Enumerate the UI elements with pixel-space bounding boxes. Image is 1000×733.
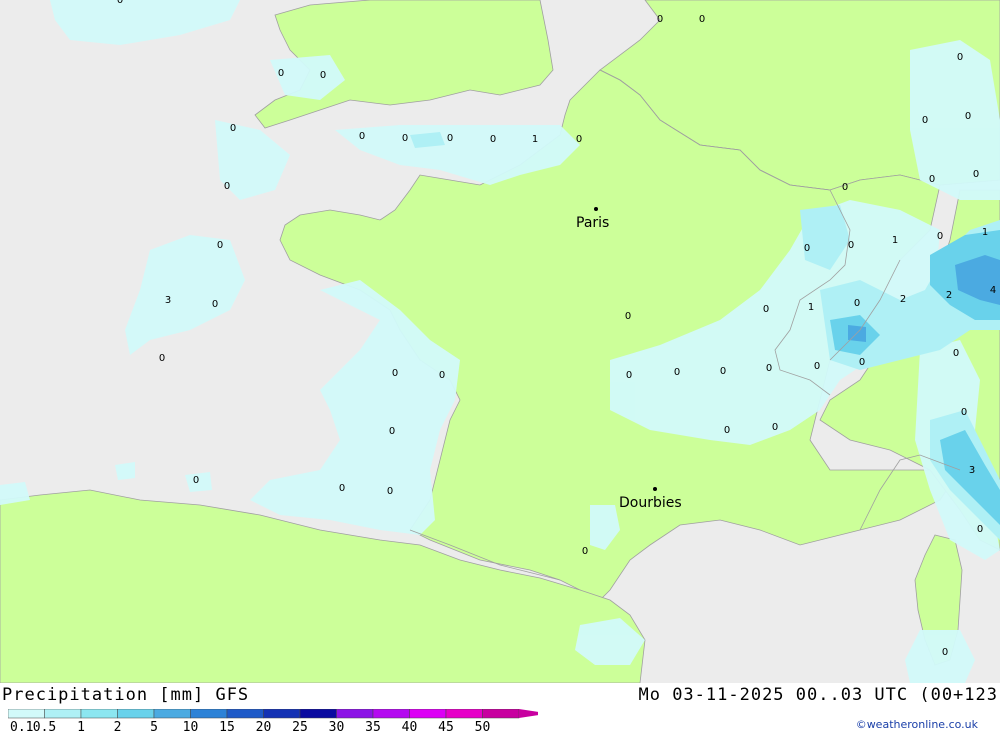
precip-value-label: 0	[230, 123, 236, 134]
credit-link[interactable]: ©weatheronline.co.uk	[856, 718, 978, 731]
precip-value-label: 0	[922, 115, 928, 126]
precip-value-label: 0	[977, 524, 983, 535]
scale-label: 0.5	[33, 720, 56, 733]
precip-value-label: 0	[392, 368, 398, 379]
scale-swatch	[445, 709, 483, 719]
precip-value-label: 0	[763, 304, 769, 315]
scale-label: 50	[475, 720, 491, 733]
precip-value-label: 1	[808, 302, 814, 313]
precip-value-label: 0	[859, 357, 865, 368]
scale-swatch	[336, 709, 374, 719]
scale-swatch	[263, 709, 301, 719]
scale-label: 15	[219, 720, 235, 733]
precip-value-label: 0	[217, 240, 223, 251]
scale-label: 25	[292, 720, 308, 733]
precip-value-label: 0	[389, 426, 395, 437]
precip-value-label: 0	[766, 363, 772, 374]
precip-value-label: 0	[402, 133, 408, 144]
scale-swatch	[226, 709, 264, 719]
precip-value-label: 0	[965, 111, 971, 122]
precip-value-label: 0	[814, 361, 820, 372]
precip-value-label: 0	[973, 169, 979, 180]
precip-color-scale: 0.1 0.5 1 2 5 10 15 20 25 30 35 40 45 50	[8, 709, 538, 733]
precip-value-label: 0	[626, 370, 632, 381]
scale-label: 45	[438, 720, 454, 733]
precip-value-label: 0	[720, 366, 726, 377]
scale-swatch	[8, 709, 45, 719]
precipitation-map: Paris Dourbies 0 0 0 0 0 0 0 0 0 0 1 0 0 0 0 0 0 0 0 0 0 0 1 0 1…	[0, 0, 1000, 683]
precip-value-label: 4	[990, 285, 996, 296]
precip-value-label: 0	[193, 475, 199, 486]
scale-label: 40	[402, 720, 418, 733]
map-footer: Precipitation [mm] GFS Mo 03-11-2025 00.…	[0, 683, 1000, 733]
precip-value-label: 0	[937, 231, 943, 242]
precip-value-label: 0	[657, 14, 663, 25]
scale-swatch	[482, 709, 520, 719]
precip-value-label: 2	[946, 290, 952, 301]
precip-value-label: 0	[674, 367, 680, 378]
precip-value-label: 0	[224, 181, 230, 192]
svg-text:Paris: Paris	[576, 215, 609, 231]
precip-value-label: 0	[772, 422, 778, 433]
scale-swatch	[190, 709, 228, 719]
scale-label: 10	[183, 720, 199, 733]
scale-label: 2	[114, 720, 122, 733]
precip-value-label: 0	[957, 52, 963, 63]
scale-swatch	[117, 709, 155, 719]
precip-value-label: 0	[848, 240, 854, 251]
precip-value-label: 0	[576, 134, 582, 145]
precip-value-label: 1	[532, 134, 538, 145]
precip-value-label: 0	[942, 647, 948, 658]
scale-label: 5	[150, 720, 158, 733]
precip-value-label: 1	[982, 227, 988, 238]
precip-value-label: 0	[699, 14, 705, 25]
scale-swatch	[372, 709, 410, 719]
scale-arrow	[519, 709, 538, 718]
precip-value-label: 0	[961, 407, 967, 418]
scale-swatch	[409, 709, 447, 719]
scale-swatch	[153, 709, 191, 719]
precip-value-label: 0	[625, 311, 631, 322]
svg-text:Dourbies: Dourbies	[619, 495, 682, 511]
scale-label: 30	[329, 720, 345, 733]
precip-value-label: 0	[359, 131, 365, 142]
map-title: Precipitation [mm] GFS	[2, 685, 250, 705]
precip-value-label: 0	[724, 425, 730, 436]
precip-value-label: 0	[278, 68, 284, 79]
scale-label: 20	[256, 720, 272, 733]
scale-swatch	[44, 709, 82, 719]
precip-value-label: 0	[387, 486, 393, 497]
precip-value-label: 0	[804, 243, 810, 254]
precip-value-label: 0	[842, 182, 848, 193]
precip-value-label: 0	[447, 133, 453, 144]
map-datetime: Mo 03-11-2025 00..03 UTC (00+123	[638, 685, 998, 705]
precip-value-label: 0	[854, 298, 860, 309]
scale-swatch	[80, 709, 118, 719]
precip-value-label: 0	[212, 299, 218, 310]
precip-value-label: 0	[582, 546, 588, 557]
precip-value-label: 0	[929, 174, 935, 185]
precip-value-label: 0	[439, 370, 445, 381]
precip-value-label: 3	[969, 465, 975, 476]
precip-value-label: 0	[339, 483, 345, 494]
scale-swatch	[299, 709, 337, 719]
scale-label: 35	[365, 720, 381, 733]
precip-value-label: 3	[165, 295, 171, 306]
scale-label: 0.1	[10, 720, 33, 733]
precip-value-label: 0	[159, 353, 165, 364]
precip-value-label: 1	[892, 235, 898, 246]
precip-value-label: 0	[953, 348, 959, 359]
precip-value-label: 0	[117, 0, 123, 6]
precip-value-label: 0	[490, 134, 496, 145]
precip-value-label: 0	[320, 70, 326, 81]
precip-value-label: 2	[900, 294, 906, 305]
scale-label: 1	[77, 720, 85, 733]
